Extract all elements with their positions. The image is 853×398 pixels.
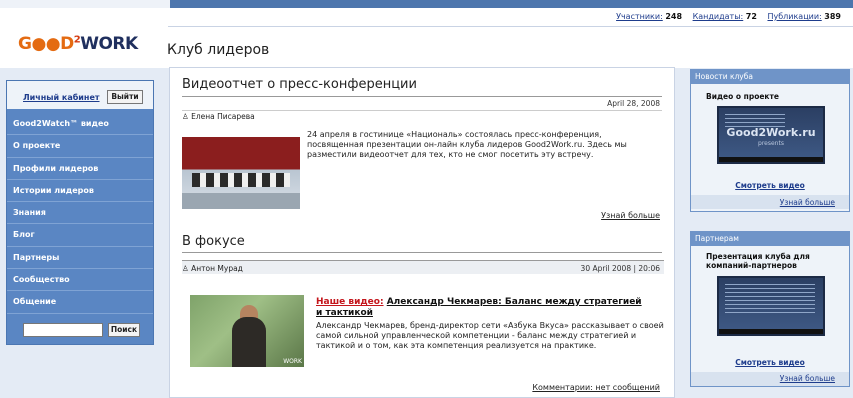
logout-button[interactable]: Выйти [107, 90, 143, 104]
sidebar-menu: Good2Watch™ видео О проекте Профили лиде… [7, 113, 153, 314]
thumbnail-floor [182, 193, 300, 209]
focus-comments-link[interactable]: Комментарии: нет сообщений [532, 383, 660, 392]
focus-title-prefix[interactable]: Наше видео: [316, 297, 384, 307]
focus-date: 30 April 2008 | 20:06 [580, 264, 660, 273]
cabinet-panel: Личный кабинет Выйти [7, 81, 153, 111]
club-news-watch-link[interactable]: Смотреть видео [691, 181, 849, 190]
search-row: Поиск [7, 319, 153, 345]
stats-members-count: 248 [665, 12, 683, 21]
sidebar-item-community[interactable]: Сообщество [7, 269, 153, 292]
video-title: Good2Work.ru [726, 126, 816, 139]
cabinet-link[interactable]: Личный кабинет [23, 93, 100, 102]
stats-candidates-link[interactable]: Кандидаты: [693, 12, 744, 21]
article1-title: Видеоотчет о пресс-конференции [182, 77, 417, 92]
article1-date-rule [182, 110, 662, 111]
club-news-header: Новости клуба [691, 70, 849, 84]
main-content: Видеоотчет о пресс-конференции April 28,… [169, 67, 675, 398]
focus-meta-bar: ♙ Антон Мурад 30 April 2008 | 20:06 [182, 260, 664, 274]
club-news-video[interactable]: Good2Work.ru presents [717, 106, 825, 164]
partners-video[interactable] [717, 276, 825, 336]
video-controls [719, 329, 823, 334]
sidebar-item-communication[interactable]: Общение [7, 291, 153, 314]
sidebar-item-leader-profiles[interactable]: Профили лидеров [7, 157, 153, 180]
stats-divider [168, 26, 853, 27]
thumbnail-watermark: WORK [283, 358, 302, 365]
article1-title-rule [182, 96, 662, 97]
author-icon: ♙ [182, 112, 189, 121]
focus-thumbnail[interactable]: WORK [190, 295, 304, 367]
focus-title[interactable]: Наше видео: Александр Чекмарев: Баланс м… [316, 297, 646, 319]
article1-author: ♙ Елена Писарева [182, 112, 255, 121]
article1-text: 24 апреля в гостинице «Националь» состоя… [307, 130, 627, 159]
stats-members-link[interactable]: Участники: [616, 12, 663, 21]
site-logo[interactable]: G●●D2WORK [18, 34, 138, 58]
stats-publications-count: 389 [824, 12, 841, 21]
sidebar-item-knowledge[interactable]: Знания [7, 202, 153, 225]
focus-text: Александр Чекмарев, бренд-директор сети … [316, 321, 664, 350]
sidebar-item-good2watch[interactable]: Good2Watch™ видео [7, 113, 153, 136]
article1-thumbnail[interactable] [182, 137, 300, 209]
sidebar-item-about[interactable]: О проекте [7, 135, 153, 158]
stats-publications-link[interactable]: Публикации: [767, 12, 821, 21]
article1-author-name: Елена Писарева [191, 112, 255, 121]
partners-watch-link[interactable]: Смотреть видео [691, 358, 849, 367]
thumbnail-person [232, 317, 266, 367]
partners-box: Партнерам Презентация клуба для компаний… [690, 231, 850, 387]
focus-heading-rule [182, 252, 662, 253]
page-title: Клуб лидеров [167, 42, 270, 58]
club-news-box: Новости клуба Видео о проекте Good2Work.… [690, 69, 850, 212]
sidebar-item-blog[interactable]: Блог [7, 224, 153, 247]
partners-more-link[interactable]: Узнай больше [780, 374, 835, 383]
partners-header: Партнерам [691, 232, 849, 246]
top-strip-accent [170, 0, 853, 8]
sidebar-item-partners[interactable]: Партнеры [7, 246, 153, 270]
video-lines [725, 284, 815, 314]
author-icon: ♙ [182, 264, 189, 273]
logo-g: G [18, 34, 32, 54]
video-subtitle: presents [758, 140, 784, 147]
club-news-title: Видео о проекте [706, 92, 779, 101]
article1-date: April 28, 2008 [607, 99, 660, 108]
club-news-more-link[interactable]: Узнай больше [780, 198, 835, 207]
focus-author: ♙ Антон Мурад [182, 264, 243, 273]
site-stats: Участники: 248 Кандидаты: 72 Публикации:… [616, 12, 849, 21]
logo-oo: ●●D [31, 34, 74, 54]
search-input[interactable] [23, 323, 103, 337]
thumbnail-panelists [192, 173, 290, 187]
logo-work: WORK [80, 34, 138, 54]
video-controls [719, 157, 823, 162]
article1-more-link[interactable]: Узнай больше [601, 211, 660, 220]
focus-author-name: Антон Мурад [191, 264, 243, 273]
stats-candidates-count: 72 [745, 12, 757, 21]
search-button[interactable]: Поиск [108, 323, 140, 337]
focus-heading: В фокусе [182, 234, 245, 249]
sidebar-item-leader-stories[interactable]: Истории лидеров [7, 179, 153, 203]
partners-title: Презентация клуба для компаний-партнеров [706, 252, 810, 270]
sidebar: Личный кабинет Выйти Good2Watch™ видео О… [6, 80, 154, 345]
